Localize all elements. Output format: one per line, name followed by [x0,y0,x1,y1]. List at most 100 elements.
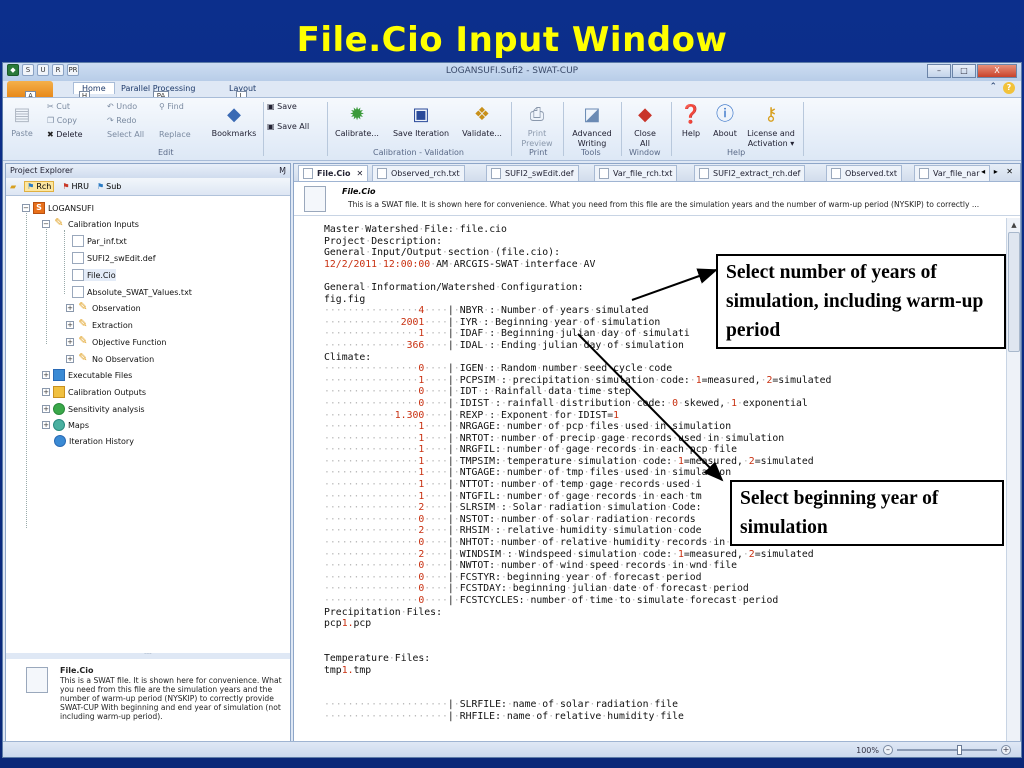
pencil-icon: ✎ [77,300,89,314]
delete-button[interactable]: ✖ Delete [47,130,83,139]
calibrate-button[interactable]: ✹ Calibrate... [331,104,383,139]
callout-begin-year: Select beginning year of simulation [730,480,1004,546]
tab-sufi2-extract-rch[interactable]: SUFI2_extract_rch.def [694,165,806,181]
tree-node-objective-function[interactable]: + ✎ Objective Function [66,335,167,348]
expand-icon[interactable]: + [66,321,74,329]
paste-button[interactable]: ▤ Paste [7,104,37,139]
code-line: ················0····|·IGEN·:·Random·num… [324,363,673,375]
code-line: ················1····|·NRGFIL:·number·of… [324,444,737,456]
pane-splitter[interactable]: ···· [6,652,290,659]
expand-icon[interactable]: + [42,388,50,396]
vertical-scrollbar[interactable]: ▲ ▼ [1006,218,1020,754]
rch-button[interactable]: ⚑ Rch [24,181,55,192]
explorer-title: Project Explorer [10,166,74,175]
group-help: Help [727,148,746,157]
collapse-icon[interactable]: − [22,204,30,212]
scroll-thumb[interactable] [1008,232,1020,352]
slide-title: File.Cio Input Window [296,20,728,60]
hru-button[interactable]: ⚑ HRU [62,182,89,191]
code-line: ················1····|·NRGAGE:·number·of… [324,421,732,433]
tree-node-no-observation[interactable]: + ✎ No Observation [66,352,154,365]
expand-icon[interactable]: + [66,355,74,363]
callout-years: Select number of years of simulation, in… [716,254,1006,349]
tab-var-file-nar[interactable]: Var_file_nar [914,165,990,181]
key-icon: ⚷ [764,104,778,125]
pin-icon[interactable]: Ɱ [279,166,286,175]
tab-navigation[interactable]: ◂ ▸ ✕ [981,167,1016,176]
save-iteration-button[interactable]: ▣ Save Iteration [389,104,453,139]
zoom-slider[interactable] [897,745,997,755]
select-all-button[interactable]: Select All [107,130,144,139]
open-folder-icon[interactable]: ▰ [10,182,16,191]
tree-node-file-cio[interactable]: File.Cio [72,269,116,281]
sub-icon: ⚑ [96,182,105,191]
tree-node-root[interactable]: − S LOGANSUFI [22,202,94,214]
zoom-control: 100% – + [856,745,1011,755]
save-all-button[interactable]: ▣ Save All [267,122,309,131]
code-line: ················0····|·FCSTDAY:·beginnin… [324,583,749,595]
tab-observed-rch[interactable]: Observed_rch.txt [372,165,465,181]
validate-button[interactable]: ❖ Validate... [457,104,507,139]
tree-node-sufi2-swedit[interactable]: SUFI2_swEdit.def [72,252,156,264]
undo-button[interactable]: ↶ Undo [107,102,137,111]
tree-node-observation[interactable]: + ✎ Observation [66,300,141,314]
code-line: ············1.300····|·REXP·:·Exponent·f… [324,409,619,421]
expand-icon[interactable]: + [42,371,50,379]
tree-node-maps[interactable]: + Maps [42,419,89,431]
license-activation-button[interactable]: ⚷ License and Activation ▾ [743,104,799,149]
ribbon-collapse-icon[interactable]: ⌃ [989,82,997,94]
bookmarks-button[interactable]: ◆ Bookmarks [209,104,259,139]
close-window-button[interactable]: X [977,64,1017,78]
file-icon [599,168,609,179]
redo-button[interactable]: ↷ Redo [107,116,136,125]
close-all-icon: ◆ [638,104,652,125]
find-button[interactable]: ⚲ Find [159,102,184,111]
tab-file-cio[interactable]: File.Cio ✕ [298,165,369,181]
expand-icon[interactable]: + [66,338,74,346]
document-header: File.Cio This is a SWAT file. It is show… [294,182,1020,216]
sensitivity-icon [53,403,65,415]
cut-button[interactable]: ✂ Cut [47,102,70,111]
advanced-writing-button[interactable]: ◪ Advanced Writing [567,104,617,149]
minimize-button[interactable]: – [927,64,951,78]
tree-node-sensitivity-analysis[interactable]: + Sensitivity analysis [42,403,145,415]
file-icon [72,235,84,247]
collapse-icon[interactable]: − [42,220,50,228]
tree-node-absolute-swat-values[interactable]: Absolute_SWAT_Values.txt [72,286,192,298]
tree-node-extraction[interactable]: + ✎ Extraction [66,318,133,331]
sub-button[interactable]: ⚑ Sub [97,182,121,191]
file-icon [303,168,313,179]
tree-node-executable-files[interactable]: + Executable Files [42,369,132,381]
history-icon [54,435,66,447]
description-pane: ···· File.Cio This is a SWAT file. It is… [6,652,290,754]
expand-icon[interactable]: + [42,421,50,429]
help-button[interactable]: ❓ Help [677,104,705,139]
code-line: tmp1.tmp [324,664,372,676]
info-icon: ⓘ [716,104,734,125]
copy-button[interactable]: ❐ Copy [47,116,77,125]
save-button[interactable]: ▣ Save [267,102,297,111]
expand-icon[interactable]: + [66,304,74,312]
scroll-up-icon[interactable]: ▲ [1008,219,1020,231]
tree-node-iteration-history[interactable]: Iteration History [54,435,134,447]
gear-icon: ✹ [349,104,365,125]
tree-node-calibration-inputs[interactable]: − ✎ Calibration Inputs [42,217,139,230]
replace-button[interactable]: Replace [159,130,191,139]
tree-node-par-inf[interactable]: Par_inf.txt [72,235,127,247]
close-tab-icon[interactable]: ✕ [357,169,364,178]
zoom-in-button[interactable]: + [1001,745,1011,755]
expand-icon[interactable]: + [42,405,50,413]
about-button[interactable]: ⓘ About [709,104,741,139]
ribbon-separator [263,102,264,156]
print-preview-button[interactable]: ⎙ Print Preview [515,104,559,149]
close-all-button[interactable]: ◆ Close All [625,104,665,149]
ribbon-separator [803,102,804,156]
tab-sufi2-swedit[interactable]: SUFI2_swEdit.def [486,165,579,181]
help-icon[interactable]: ? [1003,82,1015,94]
zoom-slider-knob[interactable] [957,745,962,755]
tab-var-file-rch[interactable]: Var_file_rch.txt [594,165,678,181]
tab-observed[interactable]: Observed.txt [826,165,903,181]
zoom-out-button[interactable]: – [883,745,893,755]
maximize-button[interactable]: □ [952,64,976,78]
tree-node-calibration-outputs[interactable]: + Calibration Outputs [42,386,146,398]
